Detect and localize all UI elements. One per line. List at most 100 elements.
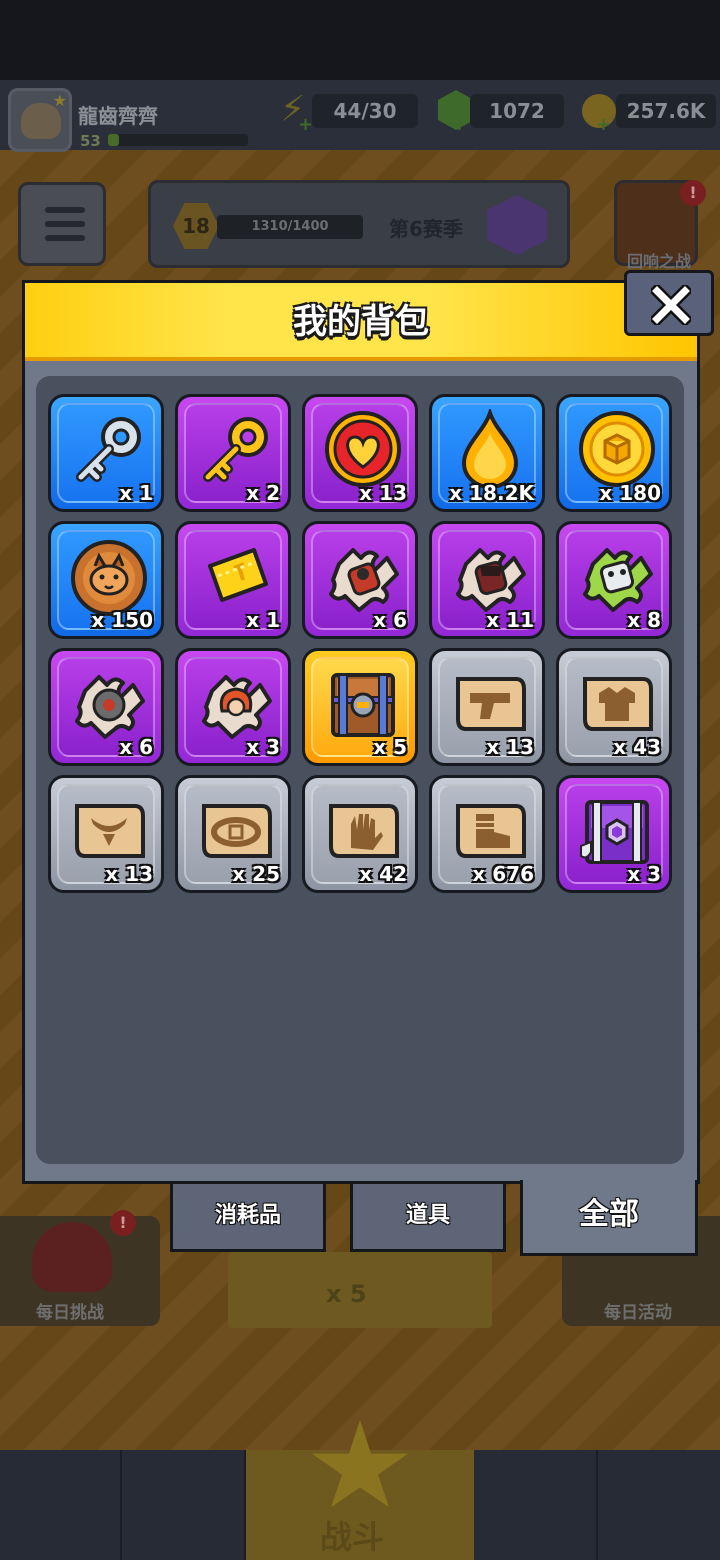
puzzle-piece-icon bbox=[583, 548, 653, 612]
gold-ticket-icon bbox=[208, 548, 268, 602]
player-name: 龍齒齊齊 bbox=[78, 104, 158, 128]
add-energy-icon[interactable]: + bbox=[298, 116, 313, 134]
xp-bar bbox=[108, 134, 248, 146]
flame-drop-icon bbox=[461, 409, 519, 489]
inventory-slot[interactable]: x 8 bbox=[556, 521, 672, 639]
item-quantity: x 5 bbox=[373, 735, 407, 759]
item-quantity: x 2 bbox=[246, 481, 280, 505]
glove-scroll-icon bbox=[329, 804, 399, 858]
star-icon: ★ bbox=[52, 91, 67, 110]
inventory-slot[interactable]: x 25 bbox=[175, 775, 291, 893]
close-icon bbox=[651, 285, 691, 325]
boxing-glove-icon bbox=[32, 1222, 112, 1292]
inventory-slot[interactable]: x 1 bbox=[48, 394, 164, 512]
season-rank-icon bbox=[487, 195, 547, 255]
avatar[interactable]: ★ bbox=[8, 88, 72, 152]
inventory-slot[interactable]: x 3 bbox=[175, 648, 291, 766]
tab-consumables[interactable]: 消耗品 bbox=[170, 1184, 326, 1252]
inventory-slot[interactable]: x 676 bbox=[429, 775, 545, 893]
inventory-slot[interactable]: x 13 bbox=[429, 648, 545, 766]
inventory-grid: x 1 x 2 x 13 x 18.2K x 180 x 150 x 1 x 6… bbox=[48, 394, 674, 893]
daily-challenge-label: 每日挑战 bbox=[36, 1303, 104, 1323]
gem-counter: 1072 bbox=[470, 94, 564, 128]
puzzle-piece-icon bbox=[456, 548, 526, 612]
item-quantity: x 11 bbox=[486, 608, 534, 632]
nav-shop[interactable] bbox=[0, 1450, 122, 1560]
necklace-scroll-icon bbox=[75, 804, 145, 858]
menu-icon bbox=[45, 207, 85, 213]
inventory-slot[interactable]: x 13 bbox=[48, 775, 164, 893]
silver-key-icon bbox=[76, 417, 141, 482]
dog-cookie-icon bbox=[71, 540, 147, 616]
inventory-slot[interactable]: x 43 bbox=[556, 648, 672, 766]
status-bar-area bbox=[0, 0, 720, 80]
tab-all[interactable]: 全部 bbox=[520, 1180, 698, 1256]
echo-battle-label: 回响之战 bbox=[626, 252, 691, 271]
item-quantity: x 13 bbox=[105, 862, 153, 886]
player-level: 53 bbox=[80, 132, 101, 150]
daily-events-label: 每日活动 bbox=[604, 1303, 672, 1323]
inventory-slot[interactable]: x 18.2K bbox=[429, 394, 545, 512]
heart-icon bbox=[325, 411, 401, 487]
menu-icon-line bbox=[45, 235, 85, 241]
xp-bar-fill bbox=[108, 134, 120, 146]
nav-weapons[interactable] bbox=[122, 1450, 246, 1560]
add-gems-icon[interactable]: + bbox=[452, 116, 467, 134]
puzzle-piece-icon bbox=[329, 548, 399, 612]
season-label: 第6赛季 bbox=[389, 217, 463, 241]
item-quantity: x 42 bbox=[359, 862, 407, 886]
inventory-slot[interactable]: x 11 bbox=[429, 521, 545, 639]
item-quantity: x 25 bbox=[232, 862, 280, 886]
belt-scroll-icon bbox=[202, 804, 272, 858]
item-quantity: x 13 bbox=[486, 735, 534, 759]
inventory-slot[interactable]: x 6 bbox=[302, 521, 418, 639]
item-quantity: x 676 bbox=[472, 862, 534, 886]
notification-badge: ! bbox=[680, 180, 706, 206]
inventory-slot[interactable]: x 3 bbox=[556, 775, 672, 893]
start-cost: x 5 bbox=[326, 1280, 367, 1308]
inventory-slot[interactable]: x 13 bbox=[302, 394, 418, 512]
gold-key-icon bbox=[203, 417, 268, 482]
boot-scroll-icon bbox=[456, 804, 526, 858]
item-quantity: x 150 bbox=[91, 608, 153, 632]
item-quantity: x 13 bbox=[359, 481, 407, 505]
item-quantity: x 6 bbox=[119, 735, 153, 759]
season-progress: 1310/1400 bbox=[217, 215, 363, 239]
menu-button[interactable] bbox=[18, 182, 106, 266]
item-quantity: x 3 bbox=[627, 862, 661, 886]
treasure-chest-icon bbox=[331, 673, 395, 737]
nav-talents[interactable] bbox=[474, 1450, 598, 1560]
nav-battle-label: 战斗 bbox=[320, 1518, 385, 1556]
close-button[interactable] bbox=[624, 270, 714, 336]
energy-counter: 44/30 bbox=[312, 94, 418, 128]
coin-counter: 257.6K bbox=[616, 94, 716, 128]
item-quantity: x 1 bbox=[119, 481, 153, 505]
tab-items[interactable]: 道具 bbox=[350, 1184, 506, 1252]
inventory-slot[interactable]: x 180 bbox=[556, 394, 672, 512]
item-quantity: x 1 bbox=[246, 608, 280, 632]
inventory-slot[interactable]: x 150 bbox=[48, 521, 164, 639]
item-quantity: x 18.2K bbox=[449, 481, 534, 505]
purple-chest-icon bbox=[580, 800, 649, 864]
season-level-badge: 18 bbox=[173, 203, 219, 249]
modal-title: 我的背包 bbox=[293, 302, 429, 342]
inventory-slot[interactable]: x 1 bbox=[175, 521, 291, 639]
item-quantity: x 3 bbox=[246, 735, 280, 759]
inventory-slot[interactable]: x 2 bbox=[175, 394, 291, 512]
item-quantity: x 180 bbox=[599, 481, 661, 505]
item-quantity: x 6 bbox=[373, 608, 407, 632]
item-quantity: x 8 bbox=[627, 608, 661, 632]
nav-evolve[interactable] bbox=[598, 1450, 720, 1560]
inventory-slot[interactable]: x 6 bbox=[48, 648, 164, 766]
menu-icon-line bbox=[45, 221, 85, 227]
season-panel[interactable]: 18 1310/1400 第6赛季 bbox=[148, 180, 570, 268]
inventory-slot[interactable]: x 5 bbox=[302, 648, 418, 766]
puzzle-piece-icon bbox=[202, 675, 272, 739]
armor-scroll-icon bbox=[583, 677, 653, 731]
add-coins-icon[interactable]: + bbox=[596, 116, 611, 134]
inventory-slot[interactable]: x 42 bbox=[302, 775, 418, 893]
gun-scroll-icon bbox=[456, 677, 526, 731]
notification-badge: ! bbox=[110, 1210, 136, 1236]
gold-coin-icon bbox=[579, 411, 655, 487]
puzzle-piece-icon bbox=[75, 675, 145, 739]
